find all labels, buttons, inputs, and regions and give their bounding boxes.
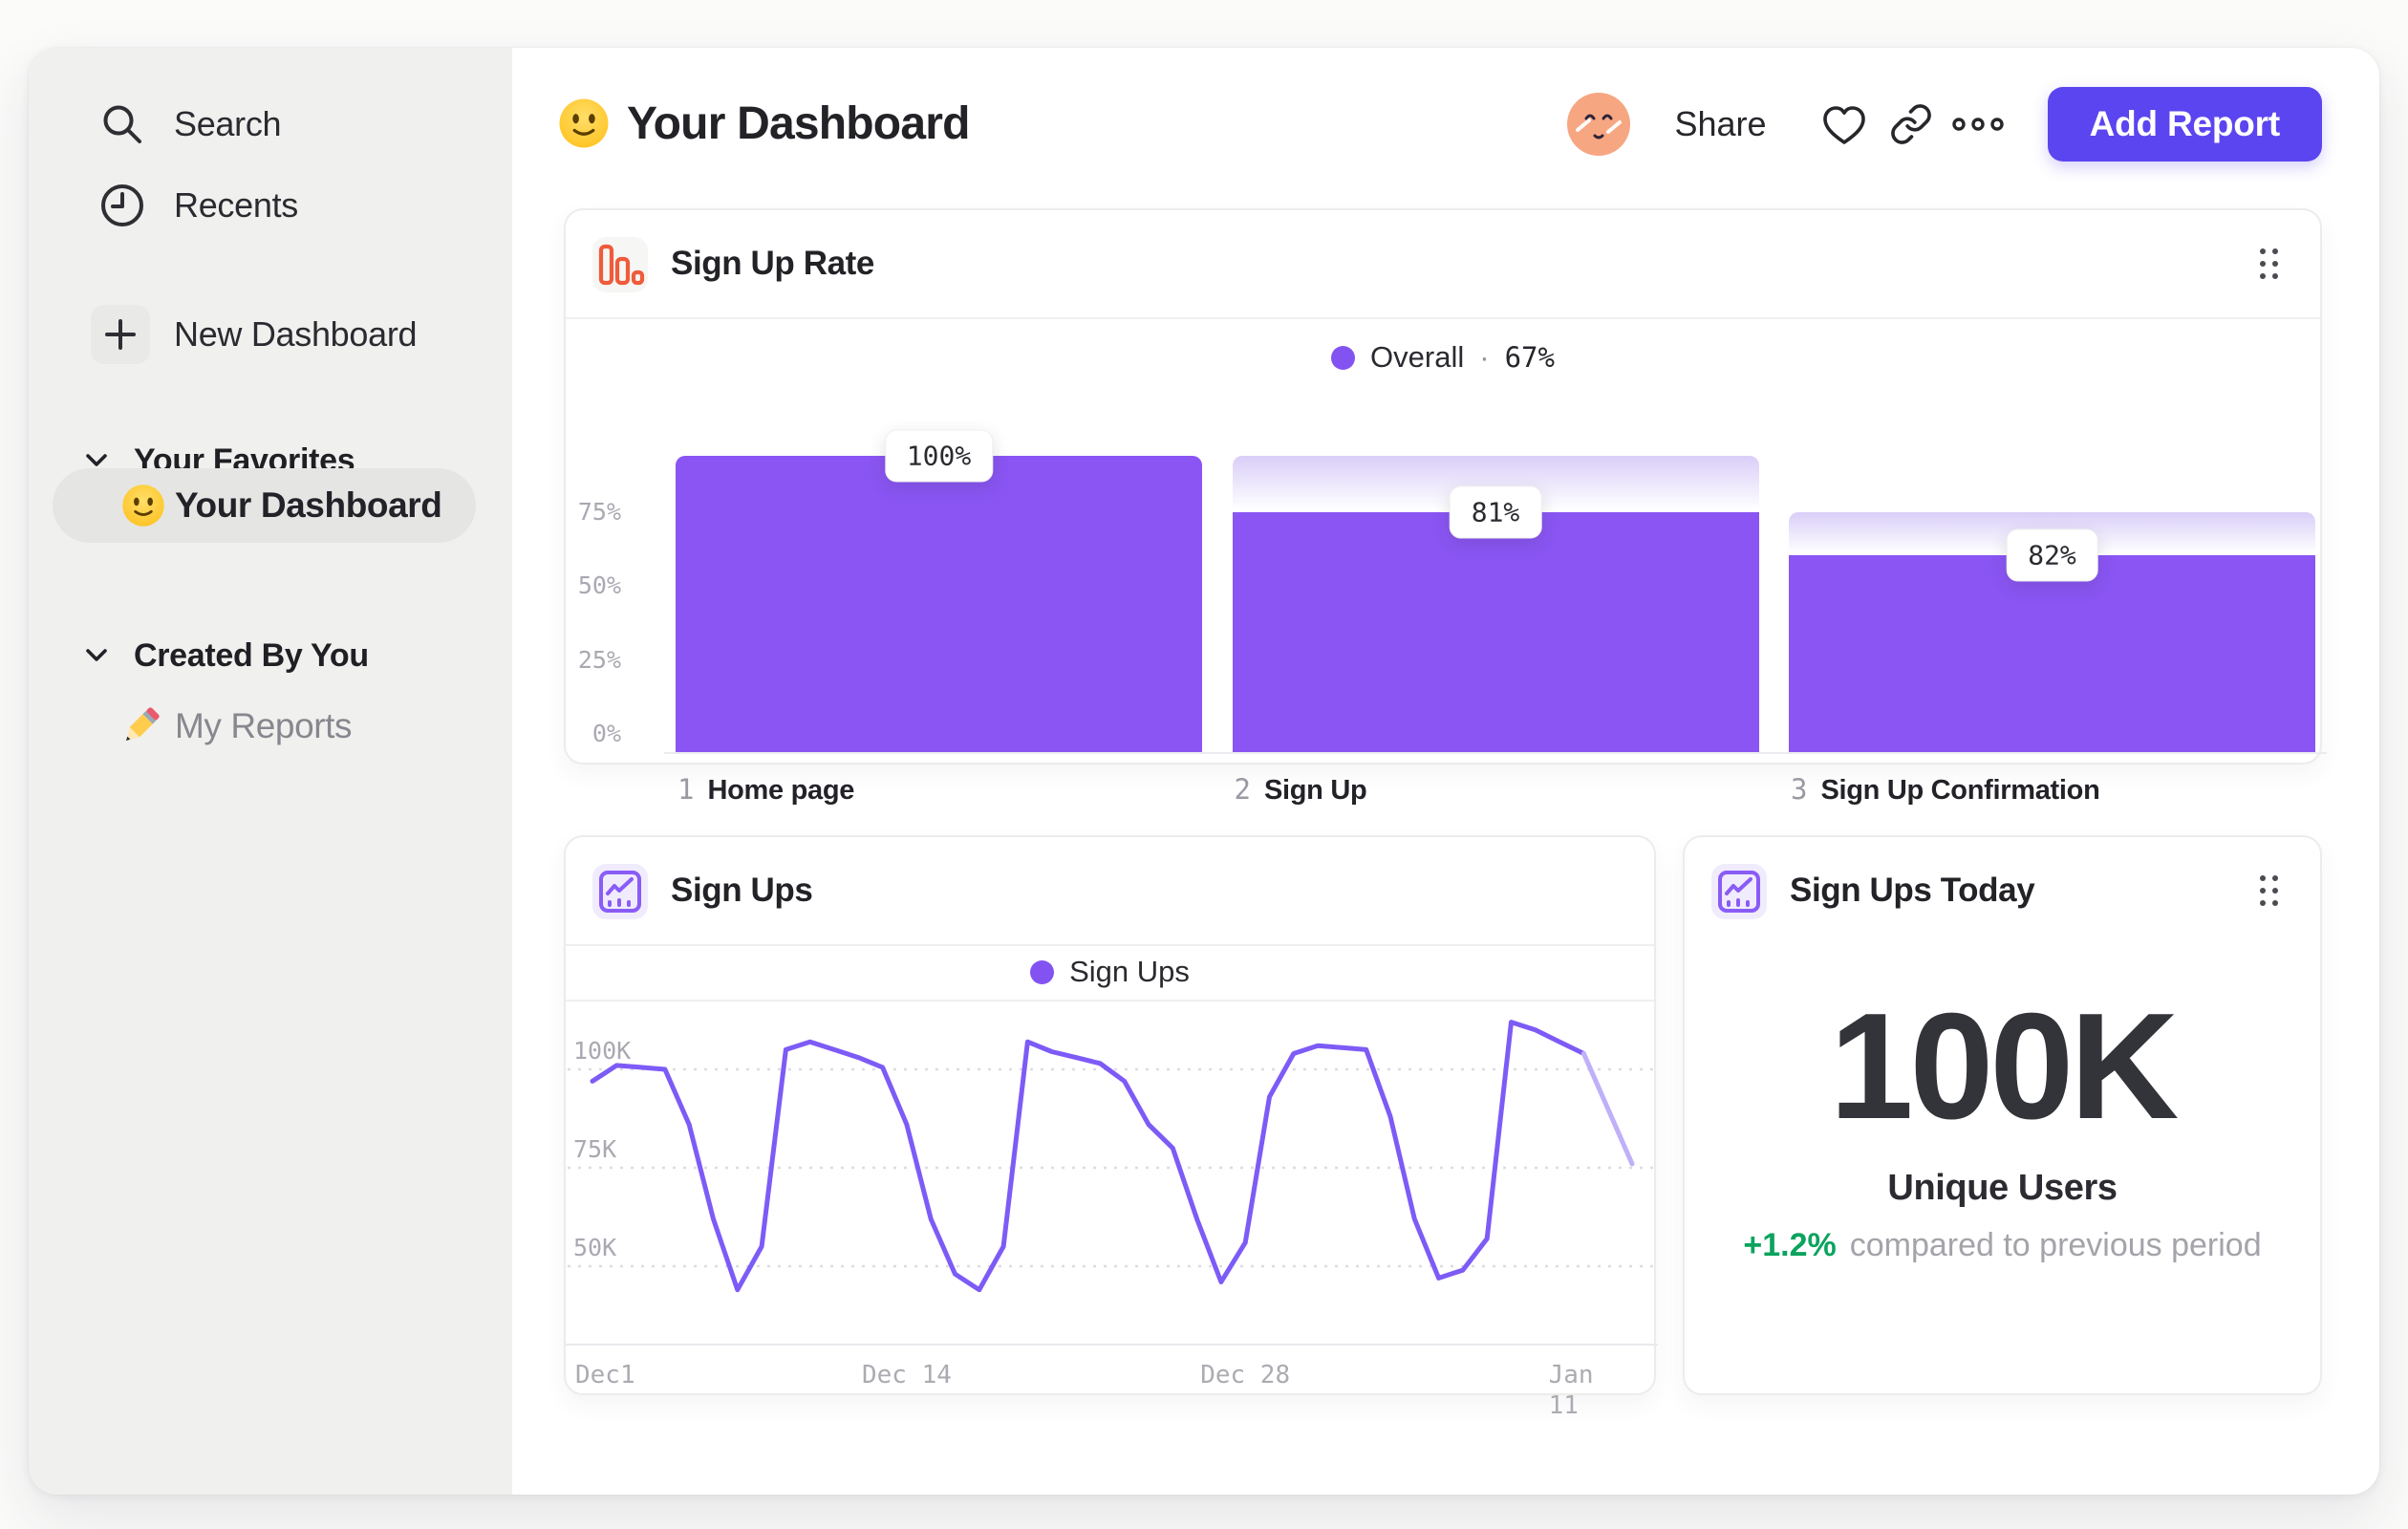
sidebar-item-search[interactable]: Search bbox=[29, 83, 512, 165]
y-axis-tick: 25% bbox=[577, 645, 621, 674]
more-options-icon[interactable] bbox=[1945, 91, 2011, 158]
app-window: Search Recents New Dashboard Your Favori… bbox=[29, 48, 2379, 1495]
sidebar-item-new-dashboard[interactable]: New Dashboard bbox=[29, 293, 512, 376]
funnel-bar-converted bbox=[1789, 555, 2315, 752]
metric-delta-note: compared to previous period bbox=[1849, 1227, 2262, 1263]
metric-label: Unique Users bbox=[1887, 1168, 2118, 1208]
x-axis-label: Jan 11 bbox=[1548, 1361, 1594, 1420]
favorite-heart-icon[interactable] bbox=[1811, 91, 1878, 158]
step-number: 2 bbox=[1234, 773, 1251, 806]
step-name: Sign Up Confirmation bbox=[1820, 775, 2100, 806]
sidebar-item-label: My Reports bbox=[175, 706, 353, 745]
screen: Search Recents New Dashboard Your Favori… bbox=[0, 0, 2408, 1529]
line-chart-icon bbox=[1711, 864, 1767, 919]
y-axis-tick: 75K bbox=[573, 1135, 617, 1163]
step-name: Sign Up bbox=[1263, 775, 1367, 806]
clock-icon bbox=[92, 175, 153, 236]
line-chart-card: Sign Ups Sign Ups 100K 75K 50K Dec1 Dec 14 De… bbox=[564, 835, 1658, 1420]
avatar[interactable] bbox=[1565, 91, 1632, 158]
y-axis-tick: 75% bbox=[577, 497, 621, 526]
funnel-bar bbox=[1789, 456, 2315, 752]
x-axis-label: Dec1 bbox=[575, 1361, 635, 1389]
sidebar-item-label: Your Dashboard bbox=[175, 485, 442, 525]
funnel-step-label: 3 Sign Up Confirmation bbox=[1791, 773, 2100, 807]
page-title: Your Dashboard bbox=[627, 97, 970, 149]
sidebar-item-your-dashboard[interactable]: Your Dashboard bbox=[53, 468, 476, 543]
bar-value-badge: 81% bbox=[1449, 485, 1542, 539]
metric-delta-row: +1.2% compared to previous period bbox=[1685, 1227, 2320, 1264]
funnel-bar-converted bbox=[1232, 511, 1759, 752]
sidebar-item-recents[interactable]: Recents bbox=[29, 164, 512, 247]
metric-value: 100K bbox=[1829, 982, 2180, 1151]
sidebar-item-my-reports[interactable]: My Reports bbox=[53, 692, 476, 761]
funnel-bar bbox=[676, 456, 1202, 752]
metric-delta: +1.2% bbox=[1743, 1227, 1837, 1263]
funnel-bar-converted bbox=[676, 456, 1202, 752]
step-number: 1 bbox=[677, 773, 695, 806]
share-button[interactable]: Share bbox=[1674, 104, 1766, 144]
funnel-card: Sign Up Rate Overall · 67% 75% 50% 25% 0… bbox=[564, 208, 2327, 806]
x-axis-label: Dec 28 bbox=[1200, 1361, 1291, 1389]
sidebar-section-created-by-you[interactable]: Created By You bbox=[29, 627, 512, 684]
plus-icon bbox=[90, 304, 151, 365]
step-name: Home page bbox=[707, 775, 855, 806]
search-icon bbox=[92, 94, 153, 155]
card-title: Sign Ups Today bbox=[1790, 872, 2035, 909]
funnel-baseline bbox=[664, 752, 2327, 754]
step-number: 3 bbox=[1791, 773, 1808, 806]
y-axis-tick: 50% bbox=[577, 571, 621, 599]
funnel-step-label: 2 Sign Up bbox=[1235, 773, 1367, 807]
sidebar-item-label: Search bbox=[174, 104, 282, 143]
sign-ups-line-svg bbox=[566, 1020, 1658, 1346]
funnel-step-label: 1 Home page bbox=[677, 773, 854, 807]
pencil-emoji bbox=[118, 703, 163, 749]
line-plot: 100K 75K 50K Dec1 Dec 14 Dec 28 Jan 11 bbox=[566, 837, 1658, 1420]
sidebar-item-label: New Dashboard bbox=[174, 314, 418, 354]
y-axis-tick: 50K bbox=[573, 1234, 617, 1261]
copy-link-icon[interactable] bbox=[1878, 91, 1945, 158]
y-axis-tick: 100K bbox=[573, 1037, 632, 1065]
bar-value-badge: 82% bbox=[2006, 528, 2098, 582]
y-axis-tick: 0% bbox=[591, 720, 621, 747]
sidebar-section-label: Created By You bbox=[134, 636, 369, 674]
sidebar: Search Recents New Dashboard Your Favori… bbox=[29, 48, 512, 1495]
drag-handle-icon[interactable] bbox=[2255, 872, 2282, 912]
sign-ups-series-line bbox=[590, 1020, 1586, 1293]
metric-card: Sign Ups Today 100K Unique Users +1.2% c… bbox=[1683, 835, 2322, 1395]
bar-value-badge: 100% bbox=[884, 429, 994, 483]
metric-card-header: Sign Ups Today bbox=[1685, 837, 2320, 944]
x-axis-label: Dec 14 bbox=[861, 1361, 952, 1389]
sign-ups-series-line bbox=[1580, 1051, 1635, 1167]
funnel-plot: 75% 50% 25% 0% 100% 1 Home page 81% 2 Sign Up 82% 3… bbox=[566, 210, 2327, 806]
sidebar-item-label: Recents bbox=[174, 185, 298, 225]
smiley-emoji bbox=[121, 484, 165, 528]
chevron-down-icon bbox=[82, 645, 111, 666]
smiley-emoji bbox=[558, 97, 610, 149]
add-report-button[interactable]: Add Report bbox=[2047, 87, 2322, 162]
